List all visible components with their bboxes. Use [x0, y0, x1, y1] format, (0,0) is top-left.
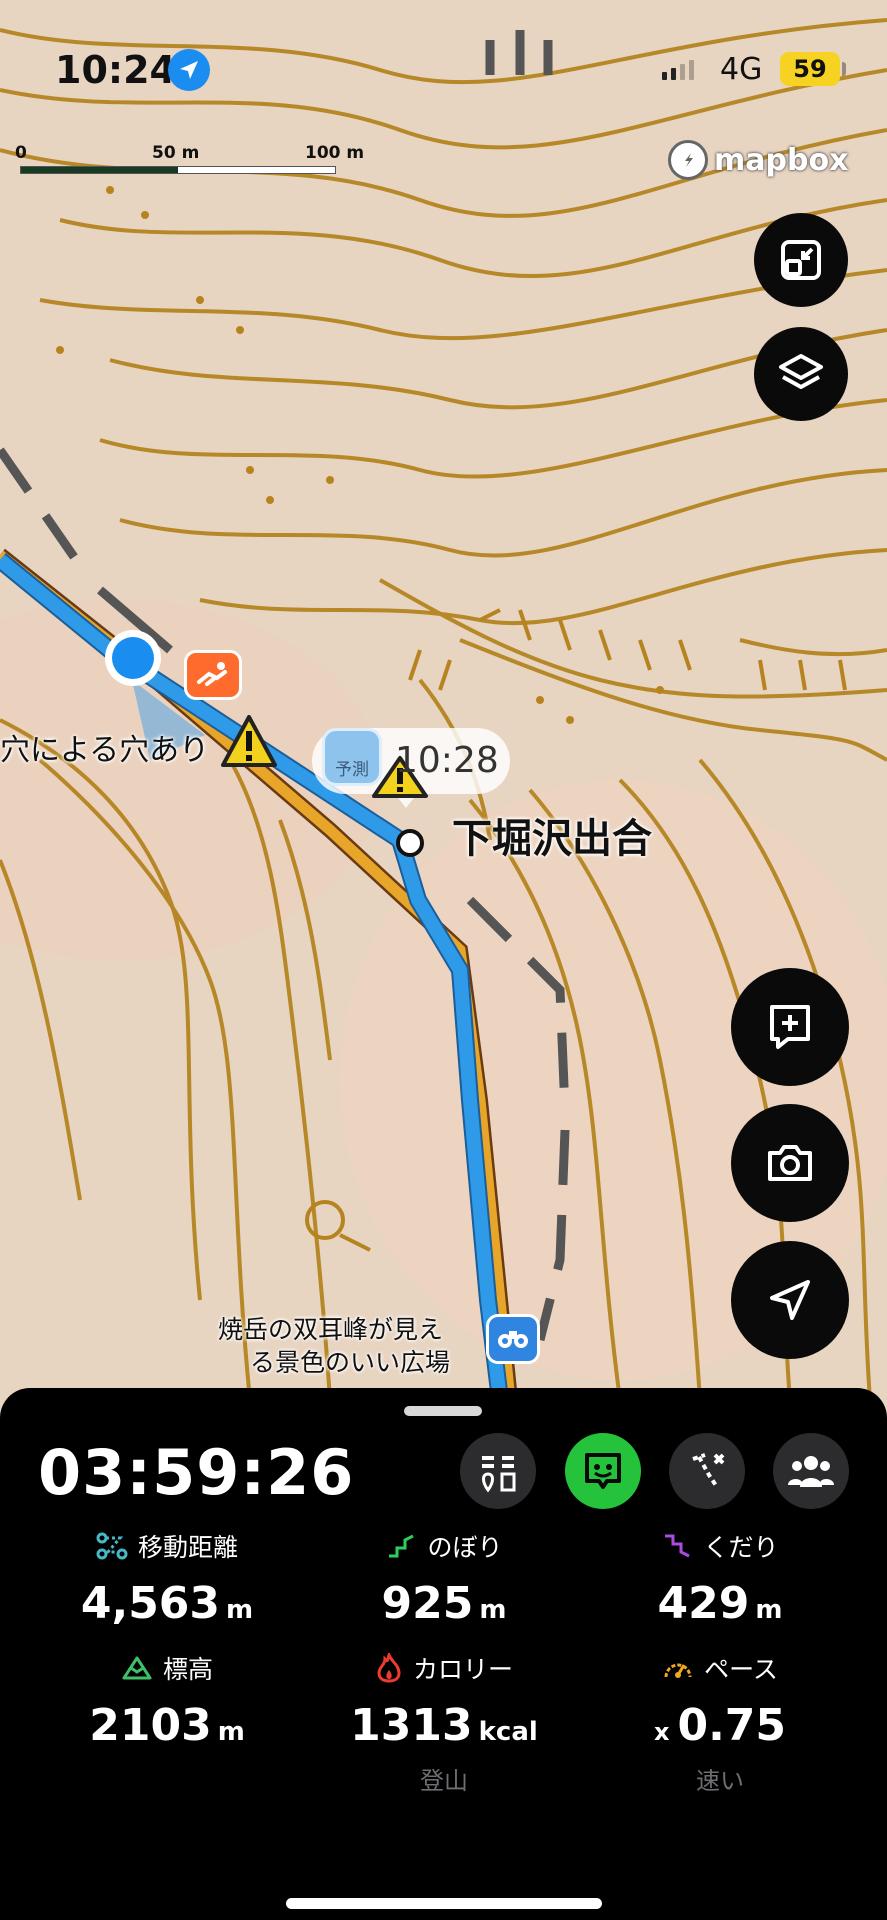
status-time: 10:24 [55, 48, 176, 92]
checkpoint-list-icon [482, 1456, 516, 1493]
mapbox-logo-icon [668, 140, 708, 180]
home-indicator[interactable] [286, 1898, 602, 1909]
stat-calorie-value: 1313 [350, 1700, 473, 1751]
fall-hazard-icon [197, 662, 227, 686]
expand-icon [781, 240, 821, 280]
camera-icon [768, 1145, 812, 1181]
camera-button[interactable] [731, 1104, 849, 1222]
checkpoint-list-button[interactable] [460, 1433, 536, 1509]
chat-map-button[interactable] [565, 1433, 641, 1509]
stat-pace-prefix: x [653, 1718, 670, 1746]
stat-calorie-label: カロリー [412, 1655, 513, 1684]
stat-descent-value: 429 [657, 1578, 750, 1629]
elapsed-time: 03:59:26 [38, 1436, 355, 1509]
stat-elevation-value: 2103 [89, 1700, 212, 1751]
poi-label-line1: 焼岳の双耳峰が見え [218, 1315, 444, 1344]
stat-ascent-unit: m [479, 1595, 507, 1625]
stat-pace-label: ペース [704, 1655, 778, 1684]
stat-descent-unit: m [755, 1595, 783, 1625]
navigation-arrow-icon [770, 1280, 810, 1320]
stat-elevation: 標高 2103 m [19, 1650, 315, 1751]
stat-calorie-unit: kcal [478, 1717, 538, 1747]
stat-elevation-label: 標高 [162, 1655, 213, 1684]
route-icon [692, 1453, 725, 1489]
prediction-tag: 予測 [335, 760, 369, 780]
stat-elevation-unit: m [217, 1717, 245, 1747]
ascent-icon [389, 1534, 415, 1558]
descent-icon [665, 1534, 691, 1558]
cellular-signal-icon [662, 60, 694, 80]
mapbox-wordmark: mapbox [714, 142, 849, 178]
viewpoint-marker[interactable] [486, 1314, 540, 1364]
group-icon [788, 1456, 834, 1487]
group-button[interactable] [773, 1433, 849, 1509]
network-type: 4G [720, 52, 763, 87]
location-services-icon [168, 49, 210, 91]
scale-label-zero: 0 [15, 143, 27, 163]
stat-pace-sub: 速い [696, 1767, 744, 1795]
binoculars-icon [498, 1331, 528, 1348]
battery-level: 59 [780, 52, 840, 86]
stat-pace: ペース x 0.75 速い [572, 1650, 868, 1796]
hazard-label: 穴による穴あり [0, 733, 210, 768]
stat-calorie: カロリー 1313 kcal 登山 [296, 1650, 592, 1796]
eta-time: 10:28 [395, 740, 499, 781]
scale-label-100: 100 m [305, 143, 365, 163]
calorie-icon [377, 1653, 401, 1683]
recenter-button[interactable] [731, 1241, 849, 1359]
stat-distance-label: 移動距離 [137, 1533, 238, 1562]
stat-ascent-label: のぼり [427, 1533, 503, 1562]
mapbox-attribution[interactable]: mapbox [668, 140, 848, 180]
elevation-icon [122, 1656, 152, 1680]
scale-bar [20, 166, 336, 174]
scale-label-50: 50 m [152, 143, 200, 163]
waypoint-label: 下堀沢出合 [452, 816, 652, 862]
stat-pace-value: 0.75 [677, 1700, 787, 1751]
activity-panel: 03:59:26 移動距離 4,563 m のぼり 925 m くだり 429 … [0, 1388, 887, 1920]
add-note-icon [770, 1005, 810, 1049]
battery-tip [842, 62, 846, 76]
distance-icon [96, 1532, 128, 1560]
expand-map-button[interactable] [754, 213, 848, 307]
stat-ascent-value: 925 [381, 1578, 474, 1629]
warning-icon[interactable] [219, 713, 279, 769]
stat-descent-label: くだり [703, 1533, 779, 1562]
map-layers-button[interactable] [754, 327, 848, 421]
poi-label-line2: る景色のいい広場 [250, 1348, 451, 1377]
fall-hazard-marker[interactable] [184, 650, 242, 700]
chat-map-icon [585, 1453, 621, 1489]
pace-icon [664, 1663, 692, 1678]
layers-icon [779, 354, 823, 389]
map-view[interactable]: 10:24 4G 59 0 50 m 100 m mapbox 穴による穴あり … [0, 0, 887, 1400]
stat-calorie-sub: 登山 [420, 1767, 468, 1795]
stat-distance-value: 4,563 [80, 1578, 221, 1629]
stat-distance: 移動距離 4,563 m [19, 1528, 315, 1629]
route-button[interactable] [669, 1433, 745, 1509]
stat-ascent: のぼり 925 m [296, 1528, 592, 1629]
drag-handle[interactable] [404, 1406, 482, 1416]
stat-descent: くだり 429 m [572, 1528, 868, 1629]
stat-distance-unit: m [226, 1595, 254, 1625]
add-note-button[interactable] [731, 968, 849, 1086]
